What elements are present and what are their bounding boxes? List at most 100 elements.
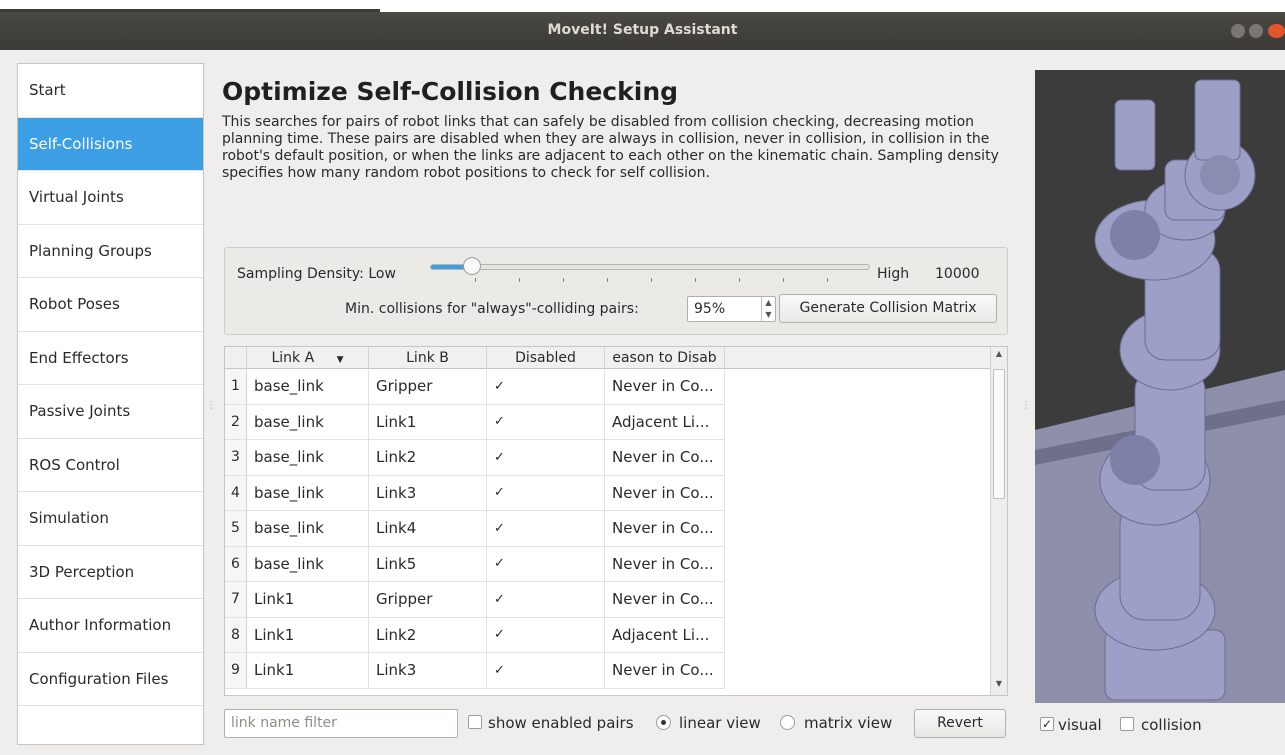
collision-checkbox[interactable] xyxy=(1120,717,1134,731)
page-title: Optimize Self-Collision Checking xyxy=(222,77,679,106)
sidebar-item-robot-poses[interactable]: Robot Poses xyxy=(18,278,203,332)
sampling-settings-panel: Sampling Density: Low High 10000 Min. co… xyxy=(224,247,1008,335)
bottom-controls: link name filter show enabled pairs line… xyxy=(224,709,1008,739)
row-number: 9 xyxy=(225,653,247,688)
header-link-b[interactable]: Link B xyxy=(369,347,487,369)
table-row[interactable]: 2 base_link Link1 ✓ Adjacent Li... xyxy=(225,404,725,440)
slider-tick xyxy=(475,278,476,282)
slider-tick xyxy=(827,278,828,282)
table-row[interactable]: 4 base_link Link3 ✓ Never in Co... xyxy=(225,475,725,511)
cell-link-a: Link1 xyxy=(247,653,369,688)
sidebar-item-end-effectors[interactable]: End Effectors xyxy=(18,332,203,385)
disabled-checkbox[interactable]: ✓ xyxy=(494,486,507,499)
table-row[interactable]: 3 base_link Link2 ✓ Never in Co... xyxy=(225,440,725,476)
disabled-checkbox[interactable]: ✓ xyxy=(494,628,507,641)
sidebar-item-planning-groups[interactable]: Planning Groups xyxy=(18,225,203,278)
cell-reason: Never in Co... xyxy=(605,582,725,617)
table-row[interactable]: 9 Link1 Link3 ✓ Never in Co... xyxy=(225,653,725,689)
spin-arrows-icon[interactable]: ▲ ▼ xyxy=(761,297,775,321)
cell-reason: Never in Co... xyxy=(605,475,725,510)
splitter-handle-left[interactable]: ⋮ xyxy=(206,400,216,411)
disabled-checkbox[interactable]: ✓ xyxy=(494,415,507,428)
matrix-view-radio[interactable] xyxy=(780,715,795,730)
sidebar-item-label: Author Information xyxy=(29,616,172,635)
cell-disabled[interactable]: ✓ xyxy=(487,475,605,510)
sidebar: Start Self-Collisions Virtual Joints Pla… xyxy=(17,63,204,745)
slider-tick xyxy=(695,278,696,282)
cell-reason: Never in Co... xyxy=(605,369,725,404)
cell-link-a: base_link xyxy=(247,369,369,404)
cell-disabled[interactable]: ✓ xyxy=(487,617,605,652)
scroll-up-icon[interactable]: ▲ xyxy=(991,349,1007,363)
header-disabled[interactable]: Disabled xyxy=(487,347,605,369)
slider-handle[interactable] xyxy=(463,257,481,275)
minimize-icon[interactable] xyxy=(1231,24,1245,38)
cell-disabled[interactable]: ✓ xyxy=(487,511,605,546)
row-number: 3 xyxy=(225,440,247,475)
disabled-checkbox[interactable]: ✓ xyxy=(494,451,507,464)
sidebar-item-3d-perception[interactable]: 3D Perception xyxy=(18,546,203,599)
table-row[interactable]: 8 Link1 Link2 ✓ Adjacent Li... xyxy=(225,617,725,653)
cell-disabled[interactable]: ✓ xyxy=(487,546,605,581)
sidebar-item-passive-joints[interactable]: Passive Joints xyxy=(18,385,203,439)
collision-table[interactable]: Link A ▼ Link B Disabled eason to Disab … xyxy=(224,346,1008,696)
cell-disabled[interactable]: ✓ xyxy=(487,440,605,475)
table-row[interactable]: 7 Link1 Gripper ✓ Never in Co... xyxy=(225,582,725,618)
visual-label: visual xyxy=(1058,716,1102,734)
table-row[interactable]: 5 base_link Link4 ✓ Never in Co... xyxy=(225,511,725,547)
disabled-checkbox[interactable]: ✓ xyxy=(494,593,507,606)
cell-link-b: Link3 xyxy=(369,475,487,510)
sidebar-item-label: Virtual Joints xyxy=(29,188,124,207)
close-icon[interactable] xyxy=(1268,24,1285,38)
slider-tick xyxy=(519,278,520,282)
sidebar-item-start[interactable]: Start xyxy=(18,64,203,118)
page-description: This searches for pairs of robot links t… xyxy=(222,114,999,181)
table-row[interactable]: 6 base_link Link5 ✓ Never in Co... xyxy=(225,546,725,582)
sidebar-item-simulation[interactable]: Simulation xyxy=(18,492,203,546)
table-header: Link A ▼ Link B Disabled eason to Disab xyxy=(225,347,991,369)
disabled-checkbox[interactable]: ✓ xyxy=(494,380,507,393)
min-collisions-spinbox[interactable]: 95% ▲ ▼ xyxy=(687,296,776,322)
cell-disabled[interactable]: ✓ xyxy=(487,653,605,688)
sidebar-item-configuration-files[interactable]: Configuration Files xyxy=(18,653,203,706)
sidebar-item-virtual-joints[interactable]: Virtual Joints xyxy=(18,171,203,225)
sort-arrow-icon: ▼ xyxy=(336,355,344,365)
disabled-checkbox[interactable]: ✓ xyxy=(494,557,507,570)
sidebar-item-self-collisions[interactable]: Self-Collisions xyxy=(18,117,203,171)
sidebar-item-label: Self-Collisions xyxy=(29,134,133,153)
header-reason[interactable]: eason to Disab xyxy=(605,347,725,369)
row-number: 7 xyxy=(225,582,247,617)
disabled-checkbox[interactable]: ✓ xyxy=(494,522,507,535)
disabled-checkbox[interactable]: ✓ xyxy=(494,664,507,677)
robot-3d-viewer[interactable] xyxy=(1035,70,1285,703)
generate-collision-matrix-button[interactable]: Generate Collision Matrix xyxy=(779,294,997,323)
sidebar-item-label: Configuration Files xyxy=(29,669,169,688)
maximize-icon[interactable] xyxy=(1249,24,1263,38)
cell-link-a: base_link xyxy=(247,546,369,581)
sidebar-item-label: ROS Control xyxy=(29,455,120,474)
sidebar-item-author-information[interactable]: Author Information xyxy=(18,599,203,653)
cell-disabled[interactable]: ✓ xyxy=(487,404,605,439)
collision-label: collision xyxy=(1141,716,1202,734)
matrix-view-label: matrix view xyxy=(804,714,893,732)
cell-disabled[interactable]: ✓ xyxy=(487,369,605,404)
window-title: MoveIt! Setup Assistant xyxy=(547,22,738,38)
header-link-b-label: Link B xyxy=(406,350,449,366)
scroll-down-icon[interactable]: ▼ xyxy=(991,679,1007,693)
visual-checkbox[interactable]: ✓ xyxy=(1040,717,1054,731)
linear-view-radio[interactable] xyxy=(656,715,671,730)
revert-button[interactable]: Revert xyxy=(914,709,1006,738)
robot-model-image xyxy=(1035,70,1285,703)
cell-disabled[interactable]: ✓ xyxy=(487,582,605,617)
sidebar-item-ros-control[interactable]: ROS Control xyxy=(18,439,203,492)
table-row[interactable]: 1 base_link Gripper ✓ Never in Co... xyxy=(225,369,725,405)
cell-link-b: Link1 xyxy=(369,404,487,439)
show-enabled-pairs-checkbox[interactable] xyxy=(468,715,482,729)
link-name-filter-input[interactable]: link name filter xyxy=(224,709,458,738)
scrollbar-thumb[interactable] xyxy=(993,369,1005,499)
sampling-density-slider[interactable] xyxy=(430,264,870,270)
cell-reason: Never in Co... xyxy=(605,511,725,546)
table-scrollbar[interactable]: ▲ ▼ xyxy=(990,347,1007,695)
header-link-a[interactable]: Link A ▼ xyxy=(247,347,369,369)
cell-link-b: Gripper xyxy=(369,369,487,404)
